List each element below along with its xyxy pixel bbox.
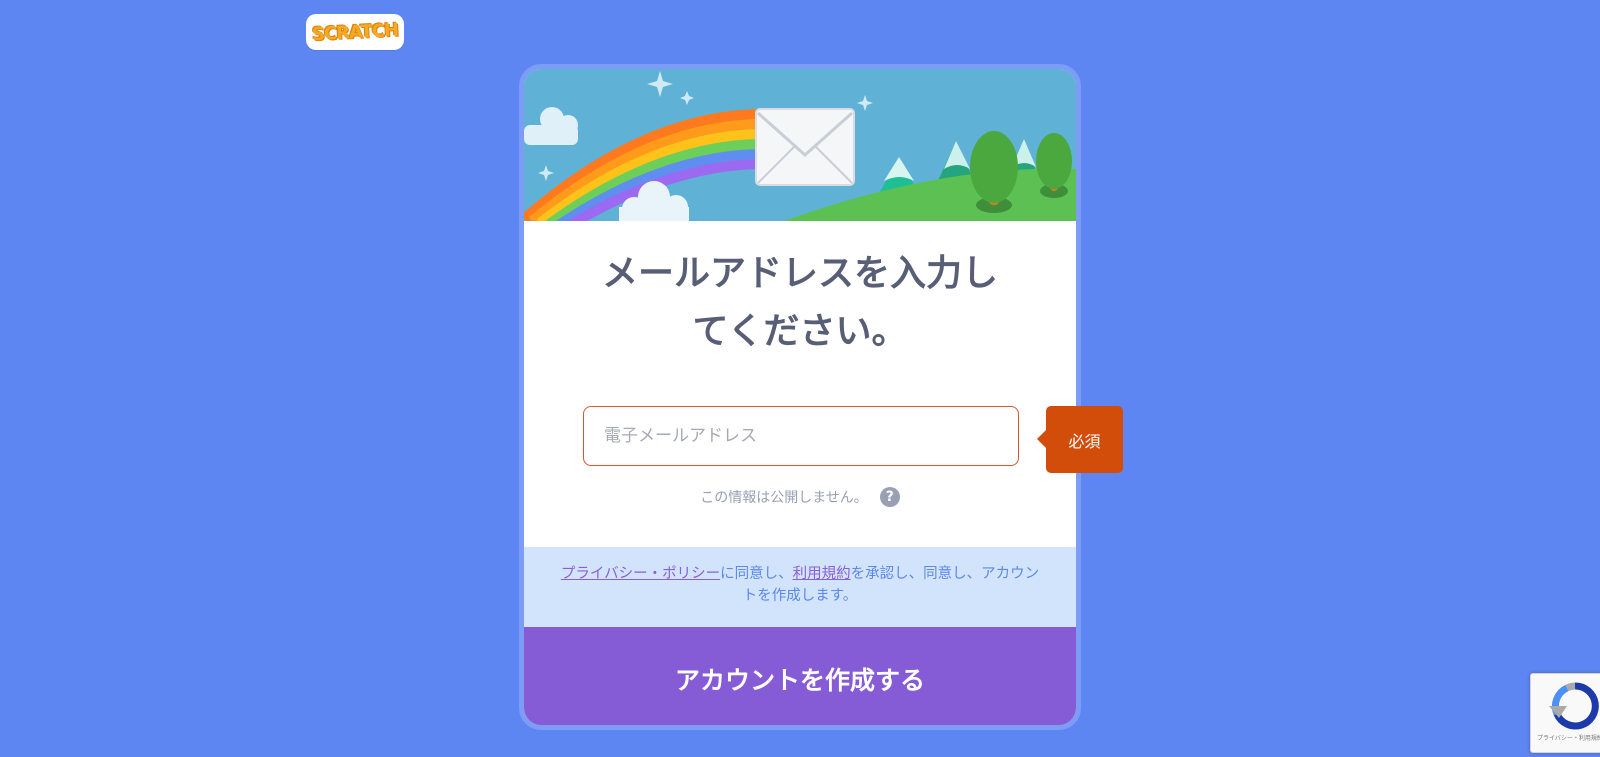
recaptcha-text: プライバシー・利用規約 (1537, 735, 1600, 742)
recaptcha-icon (1549, 682, 1599, 730)
email-banner-illustration (524, 69, 1076, 221)
privacy-policy-link[interactable]: プライバシー・ポリシー (561, 566, 720, 582)
create-account-button[interactable]: アカウントを作成する (524, 627, 1076, 725)
terms-of-use-link[interactable]: 利用規約 (793, 566, 851, 582)
recaptcha-badge[interactable]: プライバシー・利用規約 (1530, 673, 1600, 753)
logo-text: SCRATCH (311, 19, 399, 45)
required-tooltip: 必須 (1037, 406, 1123, 473)
title-line-1: メールアドレスを入力し (601, 253, 998, 294)
title-line-2: てください。 (692, 311, 908, 352)
privacy-hint: この情報は公開しません。 ? (524, 487, 1076, 507)
help-icon[interactable]: ? (879, 487, 900, 507)
scratch-logo[interactable]: SCRATCH (306, 14, 404, 50)
terms-text-1: に同意し、 (720, 566, 793, 582)
privacy-hint-text: この情報は公開しません。 (700, 490, 868, 506)
join-dialog: メールアドレスを入力し てください。 この情報は公開しません。 ? プライバシー… (519, 64, 1081, 730)
page-title: メールアドレスを入力し てください。 (524, 245, 1076, 361)
email-field-wrapper (583, 406, 1019, 466)
terms-notice: プライバシー・ポリシーに同意し、利用規約を承認し、同意し、アカウントを作成します… (524, 547, 1076, 627)
envelope-icon (755, 108, 855, 186)
email-field[interactable] (584, 407, 1018, 465)
